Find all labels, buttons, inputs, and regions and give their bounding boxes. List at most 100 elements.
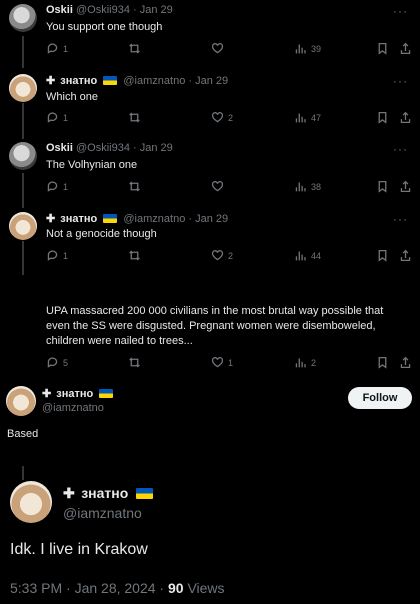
main-tweet-text: Idk. I live in Krakow xyxy=(10,541,148,558)
author-name[interactable]: знатно xyxy=(60,75,97,87)
tweet-date[interactable]: Jan 29 xyxy=(195,213,228,225)
tweet[interactable]: ✚ знатно @iamznatno · Jan 29 Which one 1… xyxy=(0,68,420,138)
follow-button[interactable]: Follow xyxy=(348,387,412,409)
author-handle[interactable]: @Oskii934 xyxy=(76,142,130,154)
share-button[interactable] xyxy=(399,249,412,262)
author-handle[interactable]: @iamznatno xyxy=(123,213,185,225)
avatar[interactable] xyxy=(9,212,37,240)
views-count: 2 xyxy=(311,357,317,368)
author-handle[interactable]: @iamznatno xyxy=(42,402,104,414)
tweet-text: Not a genocide though xyxy=(46,228,157,240)
tweet-timestamp[interactable]: 5:33 PM · Jan 28, 2024 · xyxy=(10,580,164,596)
tweet-date[interactable]: Jan 29 xyxy=(195,75,228,87)
views-count: 39 xyxy=(311,43,322,54)
share-button[interactable] xyxy=(399,111,412,124)
tweet[interactable]: Oskii @Oskii934 · Jan 29 You support one… xyxy=(0,0,420,68)
author-handle[interactable]: @iamznatno xyxy=(123,75,185,87)
tweet-actions: 1 2 47 xyxy=(46,111,412,127)
reply-author-header: ✚ знатно xyxy=(42,387,116,400)
share-icon xyxy=(400,180,411,193)
avatar[interactable] xyxy=(9,142,37,170)
views-count: 90 xyxy=(167,580,184,596)
author-handle[interactable]: @iamznatno xyxy=(63,505,142,521)
cross-icon: ✚ xyxy=(46,213,56,225)
like-button[interactable]: 1 xyxy=(211,356,233,369)
share-button[interactable] xyxy=(399,180,412,193)
views-icon xyxy=(295,251,306,261)
retweet-button[interactable] xyxy=(128,111,145,124)
share-icon xyxy=(400,249,411,262)
like-count: 2 xyxy=(228,112,234,123)
retweet-button[interactable] xyxy=(128,180,145,193)
views-button[interactable]: 47 xyxy=(294,111,321,124)
views-button[interactable]: 38 xyxy=(294,180,321,193)
reply-button[interactable]: 1 xyxy=(46,180,68,193)
reply-count: 1 xyxy=(63,112,69,123)
views-icon xyxy=(295,358,306,368)
tweet-actions: 1 38 xyxy=(46,180,412,196)
bookmark-button[interactable] xyxy=(376,180,389,193)
reply-text: Based xyxy=(7,428,39,440)
share-icon xyxy=(400,111,411,124)
more-icon[interactable]: ··· xyxy=(393,74,408,88)
retweet-icon xyxy=(129,181,140,192)
like-icon xyxy=(211,181,224,192)
views-button[interactable]: 2 xyxy=(294,356,316,369)
more-icon[interactable]: ··· xyxy=(393,4,408,18)
tweet-text: The Volhynian one xyxy=(46,159,138,171)
like-button[interactable]: 2 xyxy=(211,249,233,262)
like-button[interactable] xyxy=(211,42,228,55)
more-icon[interactable]: ··· xyxy=(393,142,408,156)
bookmark-button[interactable] xyxy=(376,111,389,124)
retweet-button[interactable] xyxy=(128,356,145,369)
reply-button[interactable]: 1 xyxy=(46,111,68,124)
reply-button[interactable]: 1 xyxy=(46,249,68,262)
ukraine-flag-icon xyxy=(135,488,153,499)
author-name[interactable]: знатно xyxy=(56,388,93,400)
avatar[interactable] xyxy=(10,481,52,523)
tweet-actions: 1 2 44 xyxy=(46,249,412,265)
main-author-header: ✚ знатно xyxy=(63,485,156,503)
share-button[interactable] xyxy=(399,42,412,55)
views-label: Views xyxy=(187,580,225,596)
views-button[interactable]: 44 xyxy=(294,249,321,262)
retweet-button[interactable] xyxy=(128,42,145,55)
reply-count: 1 xyxy=(63,250,69,261)
bookmark-button[interactable] xyxy=(376,249,389,262)
reply-button[interactable]: 1 xyxy=(46,42,68,55)
like-icon xyxy=(211,43,224,54)
reply-button[interactable]: 5 xyxy=(46,356,68,369)
reply-icon xyxy=(47,43,58,54)
tweet[interactable]: UPA massacred 200 000 civilians in the m… xyxy=(0,298,420,380)
share-button[interactable] xyxy=(399,356,412,369)
like-button[interactable] xyxy=(211,180,228,193)
bookmark-icon xyxy=(378,180,387,193)
more-icon[interactable]: ··· xyxy=(393,212,408,226)
author-name[interactable]: знатно xyxy=(81,485,128,501)
avatar[interactable] xyxy=(6,386,36,416)
avatar[interactable] xyxy=(9,4,37,32)
like-count: 2 xyxy=(228,250,234,261)
tweet-date[interactable]: Jan 29 xyxy=(140,4,173,16)
author-name[interactable]: знатно xyxy=(60,213,97,225)
like-icon xyxy=(211,357,224,368)
tweet[interactable]: ✚ знатно @iamznatno · Jan 29 Not a genoc… xyxy=(0,207,420,277)
bookmark-icon xyxy=(378,356,387,369)
retweet-button[interactable] xyxy=(128,249,145,262)
bookmark-button[interactable] xyxy=(376,356,389,369)
like-icon xyxy=(211,112,224,123)
tweet[interactable]: Oskii @Oskii934 · Jan 29 The Volhynian o… xyxy=(0,138,420,208)
views-button[interactable]: 39 xyxy=(294,42,321,55)
author-name[interactable]: Oskii xyxy=(46,142,73,154)
cross-icon: ✚ xyxy=(63,485,75,501)
like-button[interactable]: 2 xyxy=(211,111,233,124)
like-count: 1 xyxy=(228,357,234,368)
tweet-date[interactable]: Jan 29 xyxy=(140,142,173,154)
bookmark-button[interactable] xyxy=(376,42,389,55)
author-name[interactable]: Oskii xyxy=(46,4,73,16)
author-handle[interactable]: @Oskii934 xyxy=(76,4,130,16)
tweet-text: You support one though xyxy=(46,21,163,33)
views-count: 38 xyxy=(311,181,322,192)
ukraine-flag-icon xyxy=(99,389,114,398)
avatar[interactable] xyxy=(9,74,37,102)
